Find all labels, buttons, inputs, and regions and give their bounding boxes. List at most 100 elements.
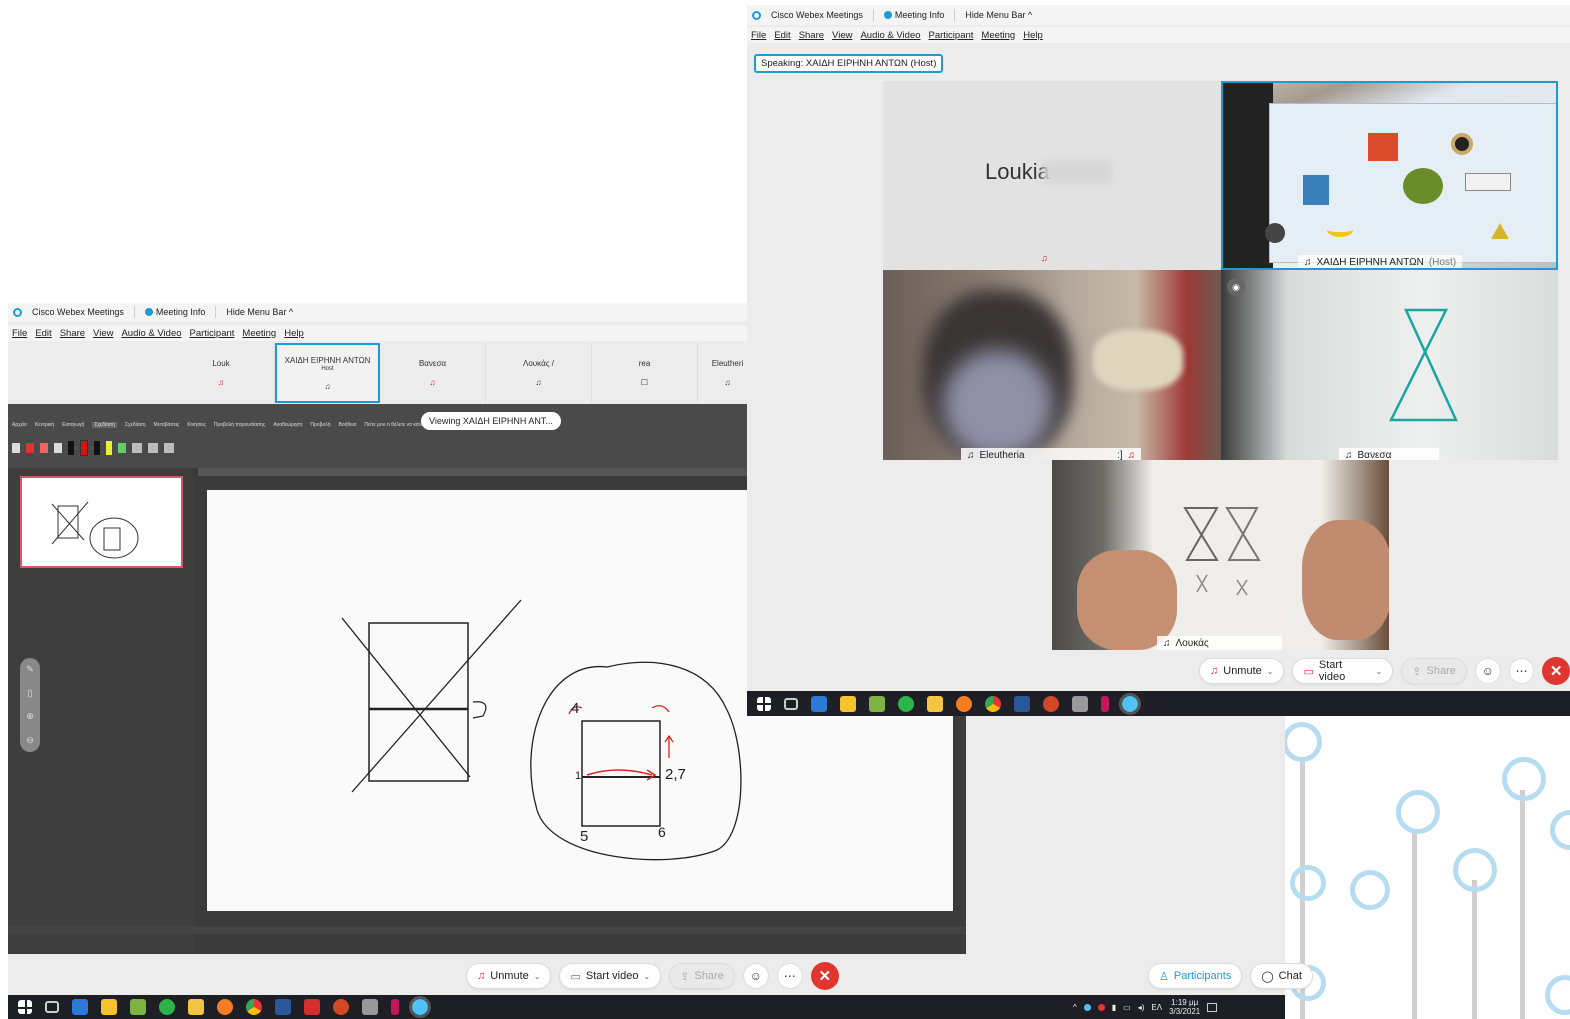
menu-view[interactable]: View	[93, 328, 113, 339]
firefox-icon[interactable]	[956, 695, 972, 712]
tray-up-icon[interactable]: ^	[1073, 1003, 1077, 1012]
menu-participant[interactable]: Participant	[190, 328, 235, 339]
menu-help[interactable]: Help	[1023, 30, 1043, 41]
deco-circle	[1350, 870, 1390, 910]
zoom-in-icon[interactable]: ⊕	[26, 711, 34, 722]
mic-muted-icon: ♫	[477, 970, 486, 982]
leave-meeting-button[interactable]: ✕	[810, 962, 839, 990]
sticky-notes-icon[interactable]	[101, 999, 117, 1015]
powerpoint-icon[interactable]	[1043, 695, 1059, 712]
menu-file[interactable]: File	[751, 30, 766, 41]
thumb-host[interactable]: ΧΑΙΔΗ ΕΙΡΗΝΗ ΑΝΤΩΝ Host ♫	[275, 343, 380, 403]
leave-meeting-button[interactable]: ✕	[1542, 657, 1570, 685]
menu-edit[interactable]: Edit	[35, 328, 51, 339]
more-icon: ⋯	[783, 969, 796, 983]
chrome-icon[interactable]	[246, 999, 262, 1015]
smiley-icon: ☺	[1481, 664, 1494, 678]
fg-taskbar	[747, 691, 1570, 716]
firefox-icon[interactable]	[217, 999, 233, 1015]
menu-meeting[interactable]: Meeting	[981, 30, 1015, 41]
deco-circle	[1550, 810, 1570, 850]
sticky-notes-icon[interactable]	[840, 695, 856, 712]
menu-share[interactable]: Share	[60, 328, 85, 339]
task-view-icon[interactable]	[45, 1001, 59, 1013]
clock[interactable]: 1:19 μμ 3/3/2021	[1169, 998, 1200, 1016]
zoom-out-icon[interactable]: ⊖	[26, 735, 34, 746]
volume-icon: ◂)	[1137, 1002, 1145, 1012]
menu-participant[interactable]: Participant	[929, 30, 974, 41]
hide-menu-bar-button[interactable]: Hide Menu Bar ^	[226, 307, 293, 317]
task-view-icon[interactable]	[784, 697, 798, 710]
menu-view[interactable]: View	[832, 30, 852, 41]
share-button[interactable]: ⇪ Share	[669, 963, 735, 989]
language-indicator[interactable]: ΕΛ	[1151, 1003, 1162, 1012]
unmute-button[interactable]: ♫ Unmute ⌄	[1199, 658, 1285, 684]
chrome-icon[interactable]	[985, 695, 1001, 712]
ribbon-tab: Σχεδίαση	[124, 422, 146, 428]
start-video-button[interactable]: ▭ Start video ⌄	[559, 963, 662, 989]
video-tile-loukia[interactable]: Loukia ♫	[883, 81, 1221, 270]
file-explorer-icon[interactable]	[927, 695, 943, 712]
app-icon[interactable]	[362, 999, 378, 1015]
start-video-button[interactable]: ▭ Start video ⌄	[1292, 658, 1394, 684]
thumb-loukas[interactable]: Λουκάς / ♫	[486, 343, 592, 403]
deco-circle	[1396, 790, 1440, 834]
powerpoint-icon[interactable]	[333, 999, 349, 1015]
pen-icon[interactable]: ✎	[26, 664, 34, 675]
file-explorer-icon[interactable]	[188, 999, 204, 1015]
video-tile-host[interactable]: ♫ ΧΑΙΔΗ ΕΙΡΗΝΗ ΑΝΤΩΝ (Host)	[1221, 81, 1558, 270]
more-button[interactable]: ⋯	[776, 963, 803, 989]
unmute-button[interactable]: ♫ Unmute ⌄	[466, 963, 552, 989]
ribbon-tab: Εισαγωγή	[62, 422, 85, 428]
notification-icon[interactable]	[1207, 1002, 1218, 1012]
taskbar-app-icon[interactable]	[72, 999, 88, 1015]
thumb-vanesa[interactable]: Bανεσα ♫	[380, 343, 486, 403]
video-off-icon: ▭	[570, 970, 581, 983]
deco-circle	[1545, 975, 1570, 1015]
video-tile-eleutheria[interactable]: ♫ Eleutheria:] ♫	[883, 270, 1221, 460]
eraser-icon[interactable]: ▯	[28, 688, 33, 699]
meeting-info-button[interactable]: Meeting Info	[144, 307, 205, 317]
reactions-button[interactable]: ☺	[742, 963, 769, 989]
app-icon[interactable]	[391, 999, 399, 1015]
ribbon-tell: Πείτε μου τι θέλετε να κάνετε	[364, 422, 428, 428]
video-tile-loukas[interactable]: ♫ Λουκάς	[1052, 460, 1389, 650]
windows-start-icon[interactable]	[18, 1000, 32, 1014]
participants-button[interactable]: ♙ Participants	[1148, 963, 1243, 989]
word-icon[interactable]	[1014, 695, 1030, 712]
thumb-louk[interactable]: Louk ♫	[168, 343, 275, 403]
more-button[interactable]: ⋯	[1508, 658, 1535, 684]
meeting-info-button[interactable]: Meeting Info	[883, 10, 944, 20]
menu-meeting[interactable]: Meeting	[242, 328, 276, 339]
video-tile-vanesa[interactable]: ◉ ♫ Bανεσα	[1221, 270, 1558, 460]
chat-button[interactable]: ◯ Chat	[1250, 963, 1313, 989]
deco-circle	[1282, 722, 1322, 762]
menu-audio-video[interactable]: Audio & Video	[860, 30, 920, 41]
menu-help[interactable]: Help	[284, 328, 304, 339]
tray-app-icon	[1097, 1003, 1105, 1011]
thumb-rea[interactable]: rea ☐	[592, 343, 698, 403]
hide-menu-bar-button[interactable]: Hide Menu Bar ^	[965, 10, 1032, 20]
webex-taskbar-icon[interactable]	[1119, 692, 1141, 715]
taskbar-app-icon[interactable]	[811, 695, 827, 712]
share-button[interactable]: ⇪ Share	[1401, 658, 1467, 684]
thumbnail-strip: Louk ♫ ΧΑΙΔΗ ΕΙΡΗΝΗ ΑΝΤΩΝ Host ♫ Bανεσα ♫ Λο…	[168, 343, 748, 403]
windows-start-icon[interactable]	[757, 696, 771, 711]
menu-share[interactable]: Share	[799, 30, 824, 41]
slide-thumbnail[interactable]	[20, 476, 183, 568]
notepad-icon[interactable]	[869, 695, 885, 712]
spotify-icon[interactable]	[898, 695, 914, 712]
menu-file[interactable]: File	[12, 328, 27, 339]
acrobat-icon[interactable]	[304, 999, 320, 1015]
app-icon[interactable]	[1072, 695, 1088, 712]
notepad-icon[interactable]	[130, 999, 146, 1015]
spotify-icon[interactable]	[159, 999, 175, 1015]
menu-audio-video[interactable]: Audio & Video	[121, 328, 181, 339]
pin-icon[interactable]: ◉	[1227, 278, 1245, 296]
word-icon[interactable]	[275, 999, 291, 1015]
menu-edit[interactable]: Edit	[774, 30, 790, 41]
webex-taskbar-icon[interactable]	[409, 996, 431, 1018]
reactions-button[interactable]: ☺	[1474, 658, 1501, 684]
app-icon[interactable]	[1101, 695, 1109, 712]
thumb-eleutheri[interactable]: Eleutheri ♫	[698, 343, 748, 403]
